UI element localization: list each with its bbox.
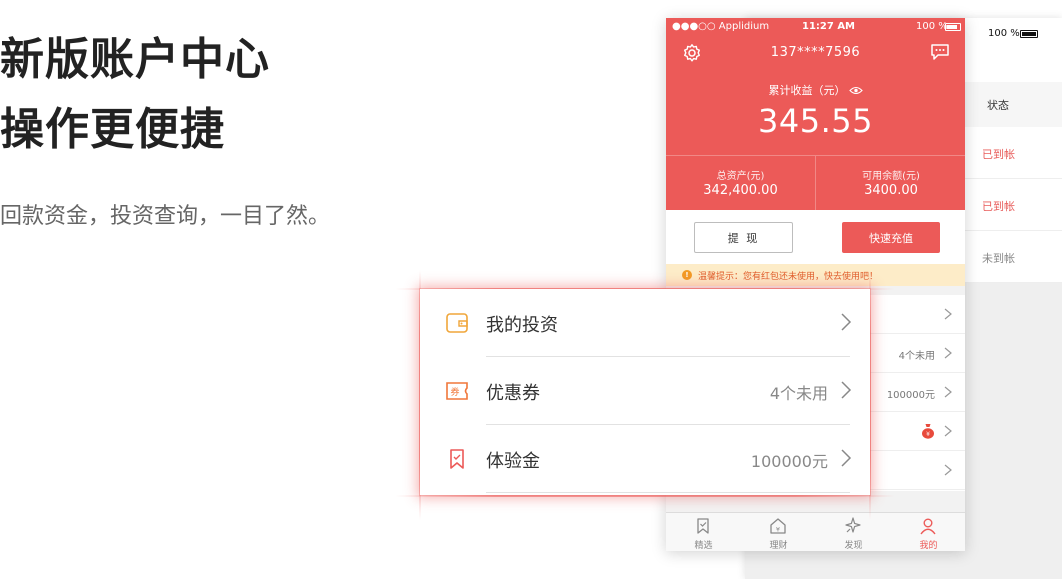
income-label: 累计收益（元） [768,84,846,97]
total-assets-value: 342,400.00 [703,183,778,198]
battery-icon [945,23,961,31]
back-row-status: 已到帐 [982,148,1015,161]
tab-discover[interactable]: 发现 [816,513,891,551]
back-battery-text: 100 % [988,28,1020,39]
zoomed-menu-card: 我的投资 券 优惠券 4个未用 体验金 100000元 [420,289,870,495]
warning-icon: ! [682,270,692,280]
bookmark-icon [450,449,464,469]
back-row-status: 未到帐 [982,252,1015,265]
menu-item-label: 优惠券 [486,383,540,404]
menu-item-my-investment[interactable]: 我的投资 [420,289,870,357]
carrier-label: ●●●○○ Applidium [672,21,770,32]
list-item-value: 4个未用 [898,351,935,362]
tab-bar: 精选 ¥ 理财 发现 我的 [666,512,965,551]
back-column-status: 状态 [987,99,1009,112]
menu-item-coupon[interactable]: 券 优惠券 4个未用 [420,357,870,425]
hero-title-line-1: 新版账户中心 [0,34,270,85]
coupon-icon: 券 [446,382,468,400]
chevron-right-icon [944,308,952,320]
chevron-right-icon [944,386,952,398]
action-buttons: 提 现 快速充值 [666,210,965,264]
hero-subtitle: 回款资金，投资查询，一目了然。 [0,204,331,229]
total-assets-label: 总资产(元) [716,171,765,182]
withdraw-button[interactable]: 提 现 [694,222,793,253]
total-income-value: 345.55 [758,102,873,140]
account-header: ●●●○○ Applidium 11:27 AM 100 % 137****75… [666,18,965,211]
chevron-right-icon [841,449,852,467]
back-row-status: 已到帐 [982,200,1015,213]
menu-item-label: 我的投资 [486,315,558,336]
chevron-right-icon [841,381,852,399]
eye-icon[interactable] [848,86,863,95]
available-balance-label: 可用余额(元) [862,171,920,182]
person-icon [920,518,936,535]
back-battery-icon [1020,30,1038,38]
chevron-right-icon [944,425,952,437]
tip-banner[interactable]: ! 温馨提示：您有红包还未使用，快去使用吧！ [666,264,965,286]
tip-text: 温馨提示：您有红包还未使用，快去使用吧！ [698,272,879,282]
house-icon: ¥ [770,518,786,534]
divider [486,492,850,493]
tab-label: 精选 [694,541,713,551]
available-balance: 可用余额(元) 3400.00 [816,156,965,211]
menu-item-value: 100000元 [750,452,828,471]
user-phone-number: 137****7596 [770,45,861,60]
list-item-value: 100000元 [886,390,935,401]
tab-label: 发现 [844,541,863,551]
hero-title-line-2: 操作更便捷 [0,104,225,155]
recharge-button[interactable]: 快速充值 [842,222,940,253]
bookmark-icon [697,518,709,534]
assets-row: 总资产(元) 342,400.00 可用余额(元) 3400.00 [666,155,965,211]
income-label-wrap: 累计收益（元） [666,82,965,98]
tab-label: 我的 [919,541,938,551]
chevron-right-icon [944,464,952,476]
tab-label: 理财 [769,541,788,551]
tab-featured[interactable]: 精选 [666,513,741,551]
svg-text:¥: ¥ [926,431,930,438]
tab-finance[interactable]: ¥ 理财 [741,513,816,551]
menu-item-trial-funds[interactable]: 体验金 100000元 [420,425,870,493]
menu-item-value: 4个未用 [769,384,828,403]
sparkle-icon [845,517,861,533]
clock: 11:27 AM [802,21,856,32]
total-assets: 总资产(元) 342,400.00 [666,156,816,211]
svg-text:¥: ¥ [776,526,780,534]
menu-item-label: 体验金 [486,451,540,472]
chevron-right-icon [841,313,852,331]
chevron-right-icon [944,347,952,359]
svg-text:券: 券 [450,386,459,398]
wallet-icon [446,313,468,333]
money-bag-icon: ¥ [922,424,934,439]
status-bar: ●●●○○ Applidium 11:27 AM 100 % [672,21,961,35]
available-balance-value: 3400.00 [864,183,918,198]
battery-text: 100 % [916,21,948,32]
glow-line-bottom [395,495,895,497]
tab-mine[interactable]: 我的 [891,513,965,551]
